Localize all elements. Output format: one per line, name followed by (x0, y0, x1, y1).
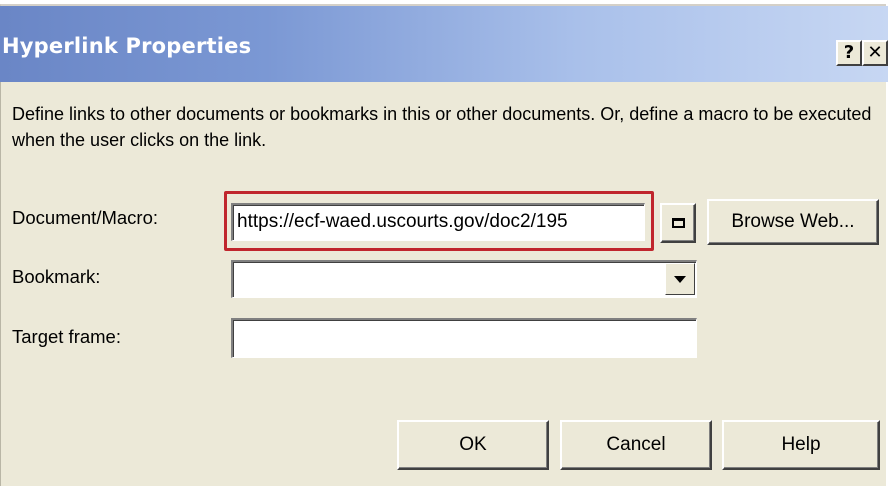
highlight-box (224, 191, 654, 251)
help-icon[interactable]: ? (836, 40, 862, 66)
target-frame-input[interactable] (231, 318, 697, 358)
document-macro-label: Document/Macro: (12, 207, 158, 228)
bookmark-label: Bookmark: (12, 266, 101, 287)
dialog-title: Hyperlink Properties (2, 34, 252, 58)
cancel-button[interactable]: Cancel (560, 420, 712, 470)
dialog-description: Define links to other documents or bookm… (12, 104, 872, 150)
dropdown-button[interactable] (665, 263, 695, 295)
help-button[interactable]: Help (722, 420, 880, 470)
bookmark-select[interactable] (231, 260, 697, 298)
browse-file-button[interactable] (660, 203, 696, 243)
close-icon[interactable]: ✕ (862, 40, 888, 66)
dialog-titlebar: Hyperlink Properties ? ✕ (0, 6, 888, 82)
ok-button[interactable]: OK (397, 420, 549, 470)
browse-web-button[interactable]: Browse Web... (707, 199, 879, 245)
chevron-down-icon (674, 276, 686, 283)
folder-icon (672, 218, 685, 228)
target-frame-label: Target frame: (12, 326, 121, 347)
